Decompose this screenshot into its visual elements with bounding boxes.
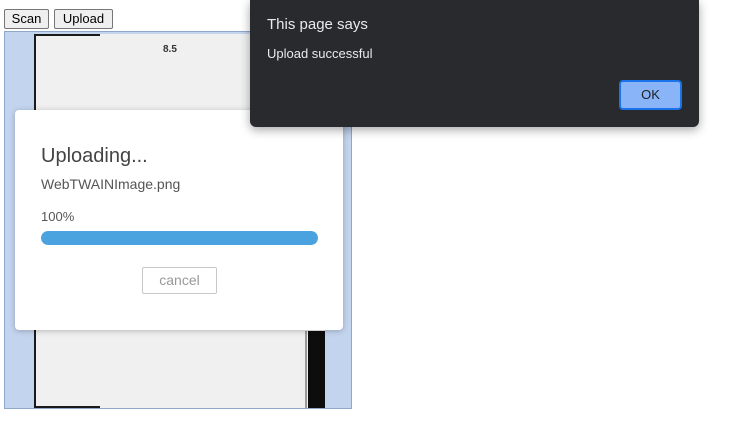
- browser-alert-dialog: This page says Upload successful OK: [250, 0, 699, 127]
- upload-percent: 100%: [41, 209, 75, 224]
- scan-button[interactable]: Scan: [4, 9, 49, 29]
- upload-progress-bar: [41, 231, 318, 245]
- upload-progress-fill: [41, 231, 318, 245]
- alert-title: This page says: [267, 16, 368, 33]
- upload-progress-dialog: Uploading... WebTWAINImage.png 100% canc…: [15, 110, 343, 330]
- upload-filename: WebTWAINImage.png: [41, 176, 181, 192]
- page-border-top: [36, 34, 100, 36]
- cancel-button[interactable]: cancel: [142, 267, 217, 294]
- page-border-bottom: [36, 406, 100, 408]
- alert-message: Upload successful: [267, 46, 373, 61]
- page-shadow-strip: [305, 331, 307, 408]
- page-number-label: 8.5: [163, 44, 177, 55]
- upload-title: Uploading...: [41, 145, 148, 167]
- upload-button[interactable]: Upload: [54, 9, 113, 29]
- page-dark-edge: [308, 331, 325, 408]
- ok-button[interactable]: OK: [619, 80, 682, 110]
